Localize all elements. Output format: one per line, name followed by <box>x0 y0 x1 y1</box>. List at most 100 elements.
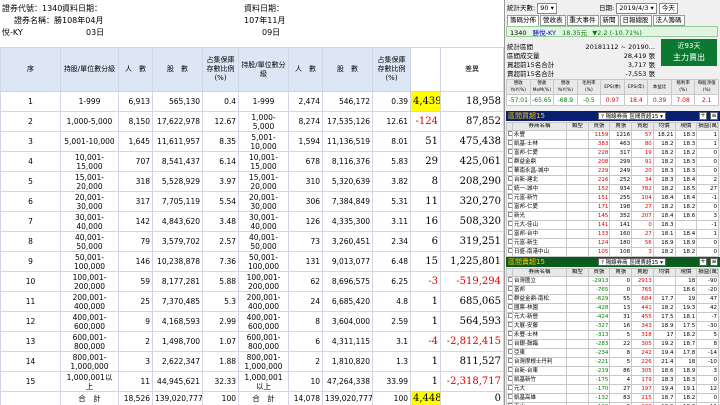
broker-row-checkbox[interactable] <box>506 303 513 314</box>
broker-row[interactable]: 元大 -170 27 197 19.4 19.1 12 <box>506 384 719 395</box>
broker-cell[interactable]: 凱基高雄 <box>512 393 567 404</box>
date-picker[interactable]: 2019/4/3 ▾ <box>616 3 657 14</box>
today-button[interactable]: 今天 <box>658 3 678 14</box>
broker-row-checkbox[interactable] <box>506 247 513 258</box>
broker-row[interactable]: 台銀-鼓臨 -283 22 305 19.2 18.7 8 <box>506 339 719 350</box>
broker-row[interactable]: 統一-城中 152 934 782 18.2 18.5 27 <box>506 184 719 195</box>
quote-name[interactable]: 勝悅-KY <box>533 29 556 37</box>
tab-5[interactable]: 法人籌碼 <box>652 15 685 26</box>
tab-2[interactable]: 重大事件 <box>566 15 599 26</box>
broker-row-checkbox[interactable] <box>506 366 513 377</box>
broker-cell[interactable]: 元大-新營 <box>512 312 567 323</box>
broker-cell[interactable]: 富邦-台中 <box>512 229 567 240</box>
days-select[interactable]: 90 ▾ <box>537 3 557 14</box>
broker-cell[interactable]: 台灣匯立 <box>512 276 567 287</box>
broker-row[interactable]: 群益金鼎 208 299 91 18.2 18.3 0 <box>506 157 719 168</box>
broker-cell[interactable]: 富邦-仁愛 <box>512 202 567 213</box>
broker-cell[interactable]: 台銀-鼓臨 <box>512 339 567 350</box>
broker-row[interactable]: 台新-台東 -219 86 305 18.6 18.9 3 <box>506 366 719 377</box>
broker-row-checkbox[interactable] <box>506 193 513 204</box>
broker-cell[interactable]: 永豐-士林 <box>512 330 567 341</box>
broker-cell[interactable]: 群益金鼎-南松 <box>512 294 567 305</box>
broker-row[interactable]: 富邦-台中 133 160 27 18.1 18.4 1 <box>506 229 719 240</box>
broker-row-checkbox[interactable] <box>506 384 513 395</box>
broker-cell[interactable]: 台灣摩根士丹利 <box>512 357 567 368</box>
broker-row[interactable]: 元大-佳山 141 141 0 18.3 -1 <box>506 220 719 231</box>
broker-row-checkbox[interactable] <box>506 375 513 386</box>
broker-row-checkbox[interactable] <box>506 312 513 323</box>
broker-row-checkbox[interactable] <box>506 393 513 404</box>
broker-cell[interactable]: 凱基-士林 <box>512 139 567 150</box>
tab-3[interactable]: 新聞 <box>599 15 619 26</box>
broker-row[interactable]: 富邦 -765 0 765 18.6 -20 <box>506 285 719 296</box>
buy-add-icon[interactable]: + <box>699 112 707 120</box>
broker-cell[interactable]: 新光 <box>512 211 567 222</box>
tab-4[interactable]: 日報總股 <box>619 15 652 26</box>
broker-cell[interactable]: 台新-台東 <box>512 366 567 377</box>
broker-row[interactable]: 日盛-南港中山 105 108 3 18.2 18.2 0 <box>506 247 719 258</box>
broker-cell[interactable]: 日盛-南港中山 <box>512 247 567 258</box>
broker-cell[interactable]: 元大-佳山 <box>512 220 567 231</box>
broker-row[interactable]: 凱基新竹 -175 4 179 18.3 18.3 0 <box>506 375 719 386</box>
broker-row[interactable]: 凱基高雄 -132 83 215 18.7 18.2 0 <box>506 393 719 404</box>
broker-row-checkbox[interactable] <box>506 229 513 240</box>
broker-row-checkbox[interactable] <box>506 166 513 177</box>
broker-cell[interactable]: 大展-安藤 <box>512 321 567 332</box>
broker-row-checkbox[interactable] <box>506 220 513 231</box>
broker-row[interactable]: 元富-新竹 151 255 104 18.4 18.4 -1 <box>506 193 719 204</box>
broker-row-checkbox[interactable] <box>506 175 513 186</box>
buy-settings-icon[interactable]: ≡ <box>710 112 718 120</box>
broker-cell[interactable]: 群益金鼎 <box>512 157 567 168</box>
broker-row-checkbox[interactable] <box>506 238 513 249</box>
broker-cell[interactable]: 永豐 <box>512 130 567 141</box>
broker-row[interactable]: 華南永昌-城中 229 249 20 18.3 18.3 0 <box>506 166 719 177</box>
broker-cell[interactable]: 富邦-仁愛 <box>512 148 567 159</box>
broker-row[interactable]: 亞東 -234 8 242 19.4 17.8 -14 <box>506 348 719 359</box>
broker-row[interactable]: 台新-建北 216 252 34 18.3 18.4 2 <box>506 175 719 186</box>
broker-cell[interactable]: 元富-新竹 <box>512 193 567 204</box>
sell-add-icon[interactable]: + <box>699 258 707 266</box>
tab-1[interactable]: 營收表 <box>540 15 566 26</box>
broker-row[interactable]: 富邦-仁愛 228 317 19 18.2 18.2 0 <box>506 148 719 159</box>
broker-row[interactable]: 國票-林園 -428 13 441 18.2 19.3 42 <box>506 303 719 314</box>
broker-cell[interactable]: 元富-新生 <box>512 238 567 249</box>
broker-row-checkbox[interactable] <box>506 330 513 341</box>
tab-0[interactable]: 籌碼分佈 <box>507 15 539 26</box>
broker-cell[interactable]: 台新-建北 <box>512 175 567 186</box>
broker-row-checkbox[interactable] <box>506 285 513 296</box>
broker-row-checkbox[interactable] <box>506 157 513 168</box>
buy-options[interactable]: ? 隔線券商 區間買超15 ▾ <box>598 112 666 120</box>
broker-row[interactable]: 元大-新營 -424 31 455 17.5 18.1 -7 <box>506 312 719 323</box>
broker-row-checkbox[interactable] <box>506 321 513 332</box>
broker-cell[interactable]: 統一-城中 <box>512 184 567 195</box>
broker-row[interactable]: 永豐-士林 -313 5 318 17 18.2 5 <box>506 330 719 341</box>
broker-cell[interactable]: 富邦 <box>512 285 567 296</box>
broker-row[interactable]: 元富-新生 124 180 56 18.9 18.9 0 <box>506 238 719 249</box>
broker-row[interactable]: 凱基-士林 383 463 80 18.2 18.3 1 <box>506 139 719 150</box>
sell-settings-icon[interactable]: ≡ <box>710 258 718 266</box>
broker-row[interactable]: 台灣摩根士丹利 -221 5 226 21.4 18 -10 <box>506 357 719 368</box>
broker-row-checkbox[interactable] <box>506 148 513 159</box>
broker-row[interactable]: 新光 145 352 207 18.4 18.6 3 <box>506 211 719 222</box>
broker-row[interactable]: 台灣匯立 -2913 0 2913 18 -90 <box>506 276 719 287</box>
broker-row-checkbox[interactable] <box>506 348 513 359</box>
broker-row[interactable]: 群益金鼎-南松 -629 55 684 17.7 19 47 <box>506 294 719 305</box>
broker-row[interactable]: 富邦-仁愛 171 198 27 18.2 18.2 0 <box>506 202 719 213</box>
broker-cell[interactable]: 華南永昌-城中 <box>512 166 567 177</box>
broker-row-checkbox[interactable] <box>506 184 513 195</box>
broker-row[interactable]: 永豐 1159 1216 57 18.21 18.3 1 <box>506 130 719 141</box>
broker-row[interactable]: 大展-安藤 -327 16 343 18.9 17.5 -30 <box>506 321 719 332</box>
broker-row-checkbox[interactable] <box>506 130 513 141</box>
broker-row-checkbox[interactable] <box>506 139 513 150</box>
broker-cell[interactable]: 亞東 <box>512 348 567 359</box>
broker-cell[interactable]: 元大 <box>512 384 567 395</box>
sell-options[interactable]: ? 隔線券商 區間賣超15 ▾ <box>598 258 666 266</box>
broker-row-checkbox[interactable] <box>506 294 513 305</box>
broker-cell[interactable]: 凱基新竹 <box>512 375 567 386</box>
broker-cell[interactable]: 國票-林園 <box>512 303 567 314</box>
broker-row-checkbox[interactable] <box>506 276 513 287</box>
broker-row-checkbox[interactable] <box>506 211 513 222</box>
broker-row-checkbox[interactable] <box>506 357 513 368</box>
broker-row-checkbox[interactable] <box>506 202 513 213</box>
broker-row-checkbox[interactable] <box>506 339 513 350</box>
